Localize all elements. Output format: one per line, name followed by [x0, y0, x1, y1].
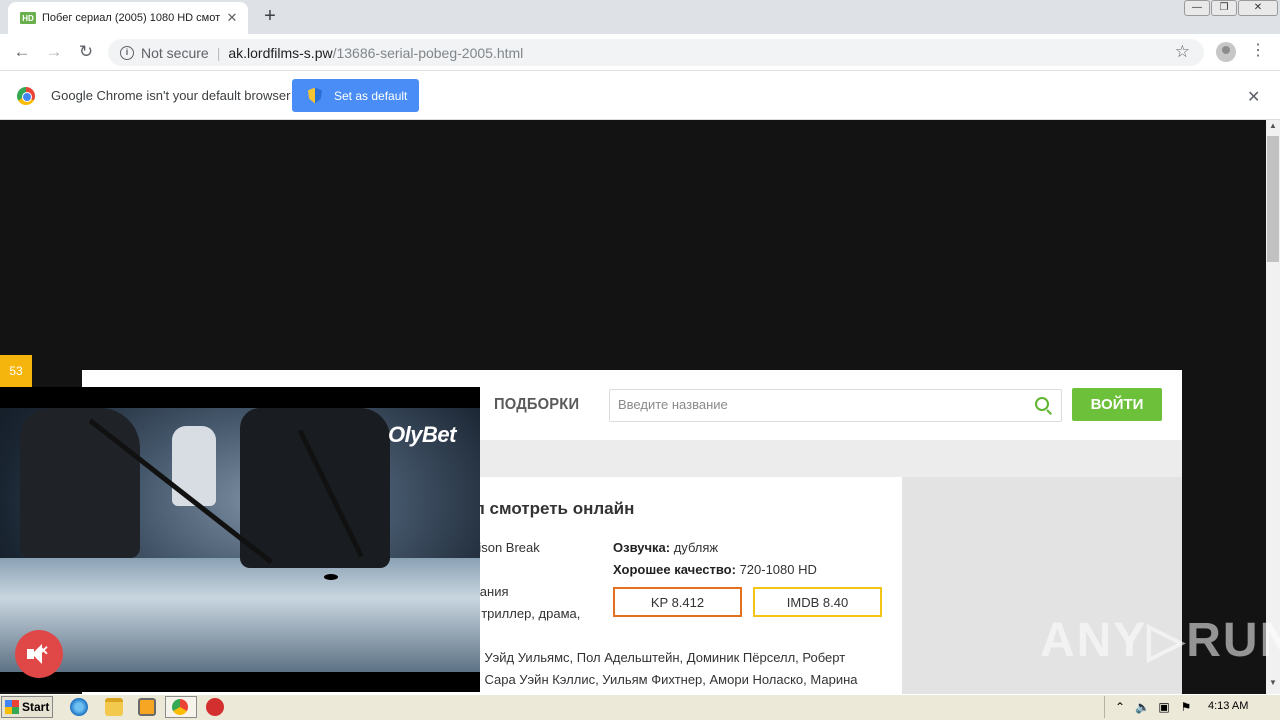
minimize-button[interactable]: — [1184, 0, 1210, 16]
network-icon[interactable]: ▣ [1157, 700, 1171, 714]
hockey-player-right [240, 408, 390, 568]
start-label: Start [22, 700, 50, 714]
hd-favicon-icon: HD [20, 12, 36, 24]
internet-explorer-icon[interactable] [70, 698, 88, 716]
mute-x-icon: ✕ [38, 643, 49, 658]
tab-close-icon[interactable]: ✕ [224, 10, 240, 26]
video-frame: OlyBet [0, 408, 480, 672]
quality-value: 720-1080 HD [739, 562, 817, 577]
infobar-message: Google Chrome isn't your default browser [51, 88, 291, 103]
star-icon[interactable]: ☆ [1175, 42, 1190, 62]
volume-icon[interactable]: 🔈 [1135, 700, 1150, 714]
browser-toolbar: ← → ↻ i Not secure | ak.lordfilms-s.pw /… [0, 34, 1280, 71]
scroll-down-arrow-icon[interactable]: ▼ [1267, 678, 1279, 690]
scrollbar-thumb[interactable] [1267, 136, 1279, 262]
cast-line-2: о, Сара Уэйн Кэллис, Уильям Фихтнер, Амо… [470, 672, 858, 687]
screen: HD Побег сериал (2005) 1080 HD смотр ✕ +… [0, 0, 1280, 720]
taskbar-clock[interactable]: 4:13 AM [1208, 700, 1248, 712]
windows-logo-icon [5, 700, 19, 714]
nav-podborki-link[interactable]: ПОДБОРКИ [494, 396, 579, 414]
login-button[interactable]: ВОЙТИ [1072, 388, 1162, 421]
security-label: Not secure [141, 44, 209, 61]
film-title: л смотреть онлайн [474, 499, 635, 518]
kp-rating-badge: KP 8.412 [613, 587, 742, 617]
shield-icon [308, 87, 322, 104]
address-path: /13686-serial-pobeg-2005.html [332, 44, 524, 61]
reload-button[interactable]: ↻ [74, 41, 98, 63]
ad-brand-logo: OlyBet [388, 422, 456, 447]
video-ad-player[interactable]: OlyBet [0, 387, 480, 692]
stop-icon[interactable] [206, 698, 224, 716]
chrome-taskbar-icon [172, 699, 188, 715]
tab-title: Побег сериал (2005) 1080 HD смотр [42, 12, 220, 24]
hockey-player-background [172, 426, 216, 506]
address-divider: | [216, 44, 221, 61]
system-tray: ⌃ 🔈 ▣ ⚑ [1104, 696, 1278, 718]
cast-line-1: н, Уэйд Уильямс, Пол Адельштейн, Доминик… [470, 650, 846, 665]
counter-badge[interactable]: 53 [0, 355, 32, 387]
voice-info: Озвучка: дубляж [613, 540, 718, 555]
restore-button[interactable]: ❐ [1211, 0, 1237, 16]
set-as-default-label: Set as default [334, 88, 408, 103]
ice-surface [0, 558, 480, 672]
quality-info: Хорошее качество: 720-1080 HD [613, 562, 817, 577]
chrome-logo-icon [17, 87, 35, 105]
original-title: rison Break [474, 540, 540, 555]
search-input[interactable] [618, 397, 1018, 412]
quality-label: Хорошее качество: [613, 562, 736, 577]
address-host: ak.lordfilms-s.pw [228, 44, 333, 61]
anyrun-watermark: ANY▷RUN [1040, 614, 1280, 667]
back-button[interactable]: ← [10, 41, 34, 63]
file-explorer-icon[interactable] [105, 698, 123, 716]
address-bar[interactable]: i Not secure | ak.lordfilms-s.pw /13686-… [108, 39, 1204, 66]
voice-label: Озвучка: [613, 540, 671, 555]
info-icon[interactable]: i [120, 45, 134, 60]
profile-avatar-icon[interactable] [1216, 42, 1236, 62]
media-player-icon[interactable] [138, 698, 156, 716]
forward-button[interactable]: → [42, 41, 66, 63]
flag-icon[interactable]: ⚑ [1179, 700, 1193, 714]
voice-value: дубляж [673, 540, 719, 555]
new-tab-button[interactable]: + [258, 6, 282, 28]
hockey-player-left [20, 408, 140, 558]
infobar-close-icon[interactable]: ✕ [1247, 87, 1260, 107]
tray-expand-icon[interactable]: ⌃ [1113, 700, 1127, 714]
imdb-rating-badge: IMDB 8.40 [753, 587, 882, 617]
scroll-up-arrow-icon[interactable]: ▲ [1267, 121, 1279, 133]
set-as-default-button[interactable]: Set as default [292, 79, 419, 112]
genre-value: , триллер, драма, [474, 606, 581, 621]
kebab-menu-icon[interactable]: ⋮ [1250, 42, 1266, 60]
start-button[interactable]: Start [1, 696, 53, 718]
window-close-button[interactable]: ✕ [1238, 0, 1278, 16]
window-controls: — ❐ ✕ [1183, 0, 1278, 18]
puck [324, 574, 338, 580]
search-icon[interactable] [1035, 397, 1049, 411]
browser-tab[interactable]: HD Побег сериал (2005) 1080 HD смотр ✕ [8, 2, 248, 34]
